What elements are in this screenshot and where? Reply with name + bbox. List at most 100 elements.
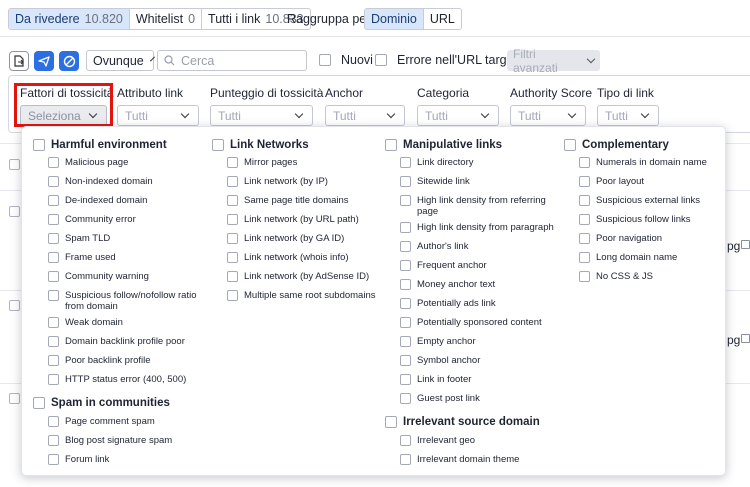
option-item[interactable]: Symbol anchor (400, 355, 560, 366)
checkbox[interactable] (400, 176, 411, 187)
tab-da-rivedere[interactable]: Da rivedere 10.820 (9, 9, 130, 29)
checkbox[interactable] (579, 252, 590, 263)
checkbox[interactable] (400, 317, 411, 328)
checkbox[interactable] (579, 195, 590, 206)
checkbox[interactable] (579, 271, 590, 282)
checkbox[interactable] (375, 54, 387, 66)
checkbox[interactable] (48, 233, 59, 244)
checkbox[interactable] (48, 157, 59, 168)
checkbox[interactable] (48, 252, 59, 263)
filter-dropdown[interactable]: Tutti (597, 105, 659, 126)
disavow-button[interactable] (59, 51, 79, 71)
checkbox[interactable] (48, 454, 59, 465)
row-checkbox[interactable] (9, 206, 20, 217)
checkbox[interactable] (579, 176, 590, 187)
group-by-dominio[interactable]: Dominio (365, 9, 424, 29)
option-item[interactable]: Link network (whois info) (227, 252, 387, 263)
option-item[interactable]: Link directory (400, 157, 560, 168)
group-spam-in-communities[interactable]: Spam in communities (33, 397, 170, 409)
send-button[interactable] (34, 51, 54, 71)
tab-whitelist[interactable]: Whitelist 0 (130, 9, 203, 29)
search-input[interactable]: Cerca (157, 50, 307, 71)
table-header-checkbox[interactable] (9, 159, 20, 170)
option-item[interactable]: Frame used (48, 252, 208, 263)
option-item[interactable]: Link network (by GA ID) (227, 233, 387, 244)
group-harmful-environment[interactable]: Harmful environment (33, 139, 167, 151)
option-item[interactable]: Same page title domains (227, 195, 387, 206)
location-select[interactable]: Ovunque (86, 50, 155, 71)
group-irrelevant-source-domain[interactable]: Irrelevant source domain (385, 416, 540, 428)
option-item[interactable]: Page comment spam (48, 416, 208, 427)
option-item[interactable]: Poor layout (579, 176, 719, 187)
checkbox[interactable] (48, 435, 59, 446)
export-button[interactable] (9, 51, 29, 71)
checkbox[interactable] (385, 416, 397, 428)
option-item[interactable]: No CSS & JS (579, 271, 719, 282)
checkbox[interactable] (227, 271, 238, 282)
checkbox[interactable] (400, 374, 411, 385)
option-item[interactable]: Money anchor text (400, 279, 560, 290)
option-item[interactable]: Link in footer (400, 374, 560, 385)
filter-dropdown[interactable]: Tutti (210, 105, 313, 126)
option-item[interactable]: High link density from paragraph (400, 222, 560, 233)
checkbox[interactable] (579, 157, 590, 168)
checkbox[interactable] (48, 416, 59, 427)
checkbox[interactable] (48, 214, 59, 225)
checkbox[interactable] (400, 355, 411, 366)
checkbox[interactable] (400, 454, 411, 465)
checkbox[interactable] (400, 157, 411, 168)
option-item[interactable]: Suspicious follow links (579, 214, 719, 225)
checkbox[interactable] (400, 222, 411, 233)
row-checkbox[interactable] (9, 393, 20, 404)
checkbox[interactable] (400, 241, 411, 252)
checkbox[interactable] (33, 139, 45, 151)
option-item[interactable]: Forum link (48, 454, 208, 465)
option-item[interactable]: Suspicious external links (579, 195, 719, 206)
checkbox[interactable] (48, 336, 59, 347)
option-item[interactable]: Guest post link (400, 393, 560, 404)
option-item[interactable]: Malicious page (48, 157, 208, 168)
checkbox[interactable] (48, 176, 59, 187)
checkbox[interactable] (400, 298, 411, 309)
checkbox[interactable] (400, 435, 411, 446)
option-item[interactable]: Poor backlink profile (48, 355, 208, 366)
row-checkbox[interactable] (9, 300, 20, 311)
checkbox[interactable] (579, 233, 590, 244)
option-item[interactable]: Domain backlink profile poor (48, 336, 208, 347)
option-item[interactable]: Potentially sponsored content (400, 317, 560, 328)
checkbox[interactable] (48, 271, 59, 282)
option-item[interactable]: Sitewide link (400, 176, 560, 187)
checkbox[interactable] (227, 252, 238, 263)
option-item[interactable]: Poor navigation (579, 233, 719, 244)
option-item[interactable]: Link network (by IP) (227, 176, 387, 187)
checkbox[interactable] (564, 139, 576, 151)
option-item[interactable]: Non-indexed domain (48, 176, 208, 187)
checkbox[interactable] (227, 233, 238, 244)
group-complementary[interactable]: Complementary (564, 139, 669, 151)
checkbox[interactable] (48, 355, 59, 366)
option-item[interactable]: Suspicious follow/nofollow ratio from do… (48, 290, 208, 312)
checkbox[interactable] (227, 195, 238, 206)
checkbox[interactable] (400, 393, 411, 404)
checkbox[interactable] (227, 157, 238, 168)
group-manipulative-links[interactable]: Manipulative links (385, 139, 502, 151)
option-item[interactable]: Link network (by AdSense ID) (227, 271, 387, 282)
errore-checkbox[interactable]: Errore nell'URL target (375, 53, 517, 67)
option-item[interactable]: Community warning (48, 271, 208, 282)
checkbox[interactable] (319, 54, 331, 66)
nuovi-checkbox[interactable]: Nuovi (319, 53, 373, 67)
option-item[interactable]: Weak domain (48, 317, 208, 328)
checkbox[interactable] (400, 260, 411, 271)
option-item[interactable]: Irrelevant geo (400, 435, 560, 446)
option-item[interactable]: HTTP status error (400, 500) (48, 374, 208, 385)
option-item[interactable]: Author's link (400, 241, 560, 252)
advanced-filters-button[interactable]: Filtri avanzati (507, 47, 600, 75)
filter-dropdown[interactable]: Tutti (325, 105, 405, 126)
external-link-icon[interactable] (741, 240, 750, 249)
option-item[interactable]: Irrelevant domain theme (400, 454, 560, 465)
checkbox[interactable] (48, 374, 59, 385)
external-link-icon[interactable] (741, 334, 750, 343)
option-item[interactable]: Long domain name (579, 252, 719, 263)
option-item[interactable]: Frequent anchor (400, 260, 560, 271)
option-item[interactable]: Link network (by URL path) (227, 214, 387, 225)
